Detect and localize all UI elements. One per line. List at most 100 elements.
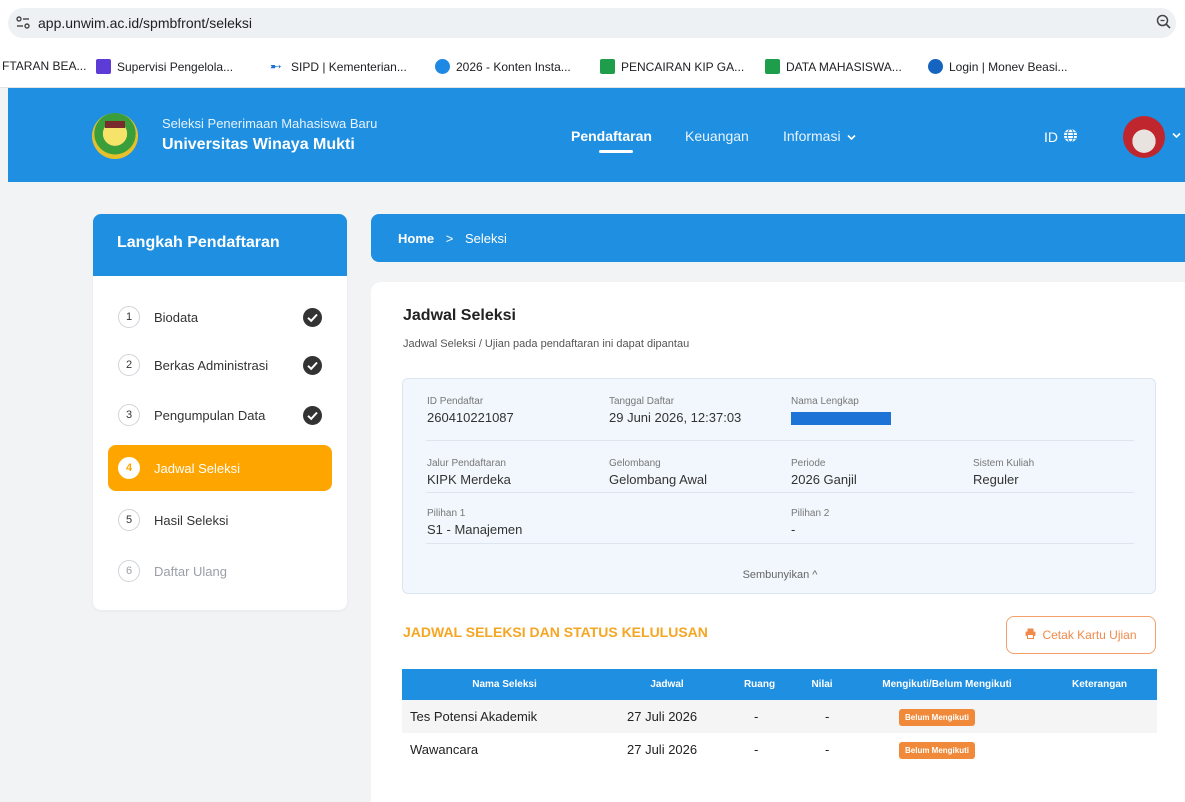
- print-button-label: Cetak Kartu Ujian: [1042, 628, 1137, 642]
- bookmarks-bar: FTARAN BEA... Supervisi Pengelola... ➸ SI…: [0, 46, 1185, 88]
- sistem-kuliah-label: Sistem Kuliah: [973, 458, 1035, 469]
- step-jadwal-seleksi[interactable]: 4 Jadwal Seleksi: [108, 445, 332, 491]
- pilihan1-value: S1 - Manajemen: [427, 522, 523, 537]
- jalur-label: Jalur Pendaftaran: [427, 458, 506, 469]
- nav-informasi[interactable]: Informasi: [783, 128, 856, 144]
- step-label: Biodata: [154, 309, 199, 325]
- site-subtitle: Seleksi Penerimaan Mahasiswa Baru: [162, 116, 378, 131]
- bookmark-item[interactable]: FTARAN BEA...: [2, 59, 86, 73]
- nav-active-indicator: [599, 150, 633, 153]
- step-daftar-ulang: 6 Daftar Ulang: [108, 548, 332, 594]
- globe-icon: [1063, 128, 1078, 146]
- sheets-icon: [765, 59, 780, 74]
- date-label: Tanggal Daftar: [609, 396, 675, 407]
- id-value: 260410221087: [427, 410, 514, 425]
- step-number: 2: [118, 354, 140, 376]
- steps-title: Langkah Pendaftaran: [93, 214, 347, 276]
- step-label: Jadwal Seleksi: [154, 460, 240, 476]
- canva-icon: [435, 59, 450, 74]
- periode-label: Periode: [791, 458, 826, 469]
- cell-nama-seleksi: Tes Potensi Akademik: [410, 709, 538, 724]
- table-row: Wawancara 27 Juli 2026 - - Belum Mengiku…: [402, 733, 1157, 766]
- breadcrumb: Home > Seleksi: [371, 214, 1185, 262]
- cell-jadwal: 27 Juli 2026: [627, 742, 698, 757]
- main-card: Jadwal Seleksi Jadwal Seleksi / Ujian pa…: [371, 282, 1185, 802]
- url-text[interactable]: app.unwim.ac.id/spmbfront/seleksi: [38, 15, 252, 31]
- hide-details-toggle[interactable]: Sembunyikan ^: [403, 569, 1157, 581]
- bookmark-item[interactable]: ➸ SIPD | Kementerian...: [270, 59, 407, 74]
- site-title: Universitas Winaya Mukti: [162, 136, 355, 153]
- cell-ruang: -: [754, 709, 759, 724]
- nav-keuangan[interactable]: Keuangan: [685, 128, 749, 144]
- bookmark-label: DATA MAHASISWA...: [786, 59, 902, 74]
- gelombang-label: Gelombang: [609, 458, 661, 469]
- chevron-down-icon: [847, 128, 856, 144]
- bookmark-item[interactable]: Login | Monev Beasi...: [928, 59, 1068, 74]
- site-header: Seleksi Penerimaan Mahasiswa Baru Univer…: [8, 88, 1185, 182]
- header-keterangan: Keterangan: [1071, 679, 1127, 690]
- print-exam-card-button[interactable]: Cetak Kartu Ujian: [1006, 616, 1156, 654]
- language-switcher[interactable]: ID: [1044, 128, 1078, 146]
- header-ruang: Ruang: [743, 679, 776, 690]
- name-label: Nama Lengkap: [791, 396, 859, 407]
- zoom-icon[interactable]: [1155, 13, 1173, 31]
- check-circle-icon: [303, 406, 322, 425]
- periode-value: 2026 Ganjil: [791, 472, 857, 487]
- step-biodata[interactable]: 1 Biodata: [108, 294, 332, 340]
- chevron-down-icon[interactable]: [1172, 130, 1181, 142]
- cell-nilai: -: [825, 709, 830, 724]
- step-berkas-administrasi[interactable]: 2 Berkas Administrasi: [108, 342, 332, 388]
- step-label: Hasil Seleksi: [154, 512, 229, 528]
- schedule-table: Nama Seleksi Jadwal Ruang Nilai Mengikut…: [402, 669, 1157, 766]
- site-settings-icon[interactable]: [14, 14, 32, 32]
- step-number: 5: [118, 509, 140, 531]
- status-badge: Belum Mengikuti: [899, 709, 976, 726]
- nav-pendaftaran[interactable]: Pendaftaran: [571, 128, 652, 144]
- breadcrumb-home[interactable]: Home: [398, 231, 434, 246]
- schedule-section-title: JADWAL SELEKSI DAN STATUS KELULUSAN: [403, 624, 708, 640]
- step-number: 3: [118, 404, 140, 426]
- pilihan2-value: -: [791, 522, 796, 537]
- id-label: ID Pendaftar: [427, 396, 484, 407]
- sistem-kuliah-value: Reguler: [973, 472, 1019, 487]
- header-nama-seleksi: Nama Seleksi: [472, 679, 537, 690]
- jalur-value: KIPK Merdeka: [427, 472, 511, 487]
- bookmark-label: PENCAIRAN KIP GA...: [621, 59, 745, 74]
- step-hasil-seleksi[interactable]: 5 Hasil Seleksi: [108, 497, 332, 543]
- language-code: ID: [1044, 129, 1058, 145]
- page-title: Jadwal Seleksi: [403, 307, 516, 324]
- bookmark-label: 2026 - Konten Insta...: [456, 59, 571, 74]
- sipd-icon: ➸: [270, 58, 282, 74]
- pilihan1-label: Pilihan 1: [427, 508, 466, 519]
- bookmark-item[interactable]: PENCAIRAN KIP GA...: [600, 59, 744, 74]
- redacted-name: [791, 412, 891, 425]
- step-label: Berkas Administrasi: [154, 357, 269, 373]
- divider: [426, 543, 1134, 544]
- date-value: 29 Juni 2026, 12:37:03: [609, 410, 742, 425]
- bookmark-item[interactable]: Supervisi Pengelola...: [96, 59, 233, 74]
- monev-icon: [928, 59, 943, 74]
- step-label: Pengumpulan Data: [154, 407, 266, 423]
- status-badge: Belum Mengikuti: [899, 742, 976, 759]
- sheets-icon: [600, 59, 615, 74]
- divider: [426, 440, 1134, 441]
- check-circle-icon: [303, 356, 322, 375]
- page-subtitle: Jadwal Seleksi / Ujian pada pendaftaran …: [403, 338, 690, 350]
- bookmark-item[interactable]: DATA MAHASISWA...: [765, 59, 902, 74]
- header-jadwal: Jadwal: [650, 679, 684, 690]
- registration-info-box: ID Pendaftar 260410221087 Tanggal Daftar…: [402, 378, 1156, 594]
- header-nilai: Nilai: [811, 679, 833, 690]
- step-number: 4: [118, 457, 140, 479]
- table-row: Tes Potensi Akademik 27 Juli 2026 - - Be…: [402, 700, 1157, 733]
- university-logo[interactable]: [92, 113, 138, 159]
- registration-steps-panel: Langkah Pendaftaran 1 Biodata 2 Berkas A…: [93, 214, 347, 610]
- step-pengumpulan-data[interactable]: 3 Pengumpulan Data: [108, 392, 332, 438]
- cell-nilai: -: [825, 742, 830, 757]
- breadcrumb-current: Seleksi: [464, 231, 507, 246]
- printer-icon: [1025, 628, 1036, 642]
- bookmark-item[interactable]: 2026 - Konten Insta...: [435, 59, 571, 74]
- user-avatar[interactable]: [1123, 116, 1165, 158]
- browser-address-bar: app.unwim.ac.id/spmbfront/seleksi: [0, 0, 1185, 46]
- table-header: Nama Seleksi Jadwal Ruang Nilai Mengikut…: [402, 669, 1157, 700]
- bookmark-label: SIPD | Kementerian...: [291, 59, 407, 74]
